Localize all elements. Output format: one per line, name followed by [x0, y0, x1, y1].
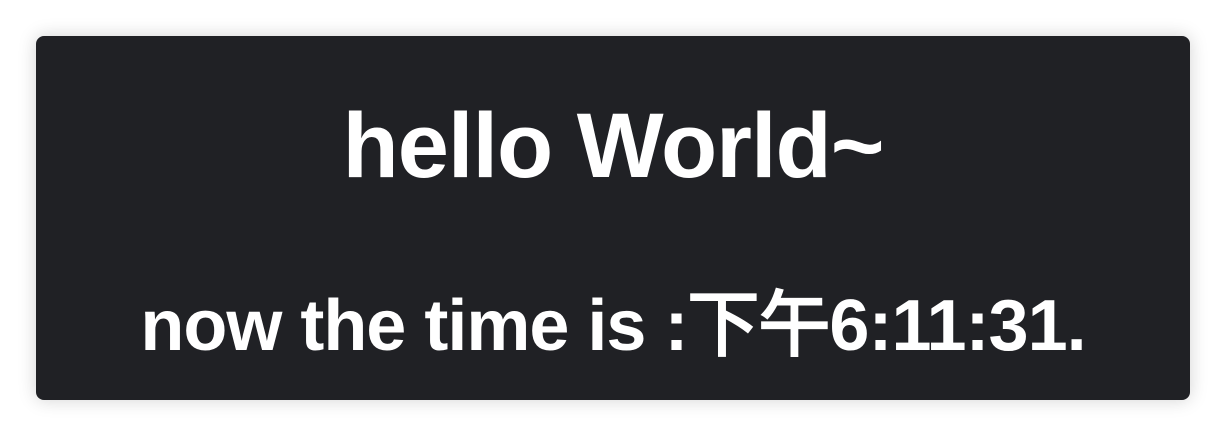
greeting-heading: hello World~: [342, 95, 885, 197]
screenshot-stage: hello World~ now the time is :下午6:11:31.: [0, 0, 1226, 436]
current-time-text: now the time is :下午6:11:31.: [140, 286, 1086, 366]
dark-message-panel: hello World~ now the time is :下午6:11:31.: [36, 36, 1190, 400]
